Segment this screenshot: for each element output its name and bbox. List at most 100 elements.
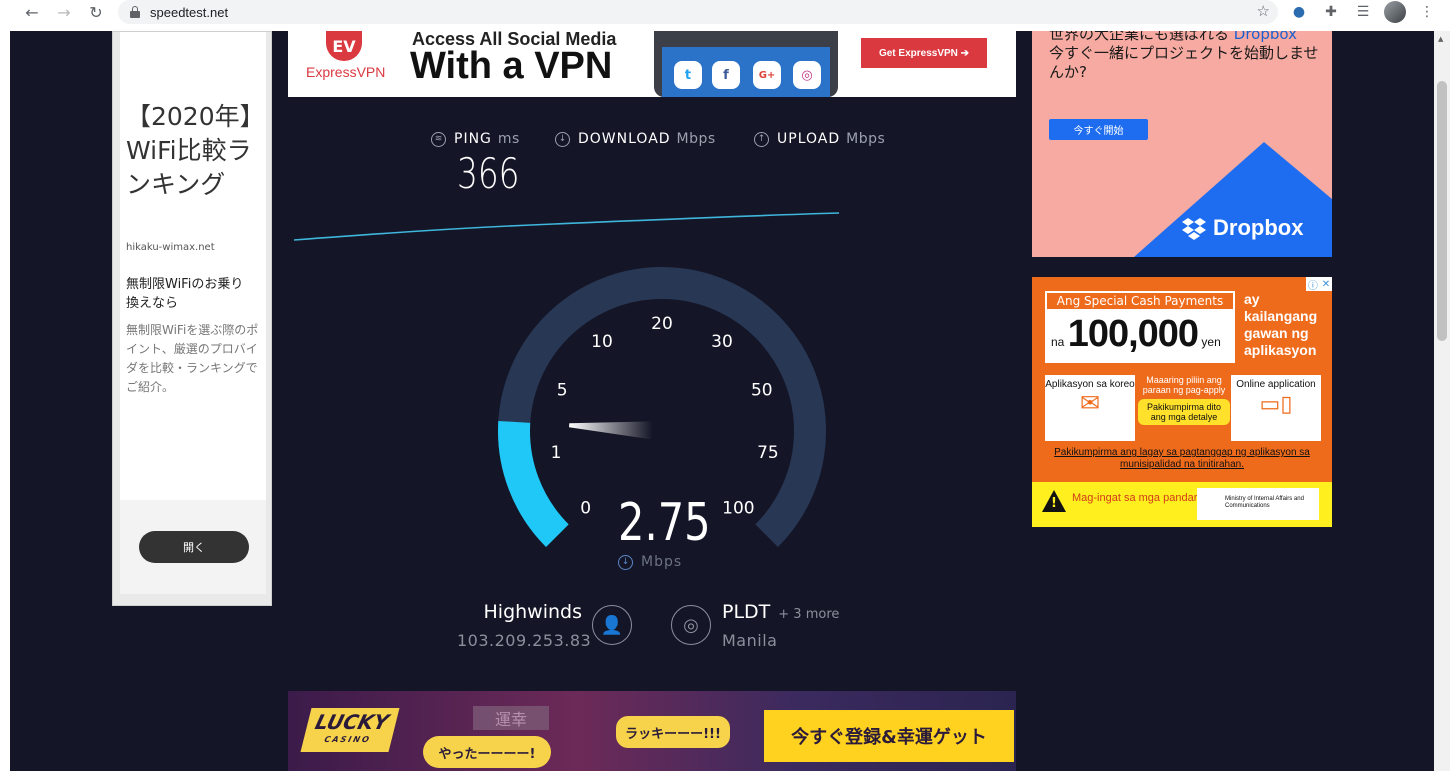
- fortune-sign: 運幸: [473, 706, 549, 730]
- instagram-icon: ◎: [793, 61, 821, 89]
- user-icon[interactable]: 👤: [592, 605, 632, 645]
- envelope-icon: ✉: [1079, 390, 1101, 417]
- gauge-needle: [569, 421, 653, 440]
- dropbox-ad-text: 世界の大企業にも選ばれる Dropbox 今すぐ一緒にプロジェクトを始動しません…: [1049, 31, 1319, 82]
- dropbox-line1: 世界の大企業にも選ばれる: [1049, 31, 1230, 43]
- media-playlist-icon[interactable]: ☰: [1352, 1, 1374, 23]
- get-expressvpn-button[interactable]: Get ExpressVPN ➔: [861, 38, 987, 68]
- upload-header: ↑ UPLOAD Mbps: [754, 131, 885, 147]
- url-text[interactable]: speedtest.net: [150, 5, 228, 20]
- upload-icon: ↑: [754, 131, 769, 147]
- right-ad-dropbox[interactable]: 世界の大企業にも選ばれる Dropbox 今すぐ一緒にプロジェクトを始動しません…: [1032, 31, 1332, 257]
- server-info[interactable]: Highwinds 103.209.253.83: [457, 601, 592, 650]
- isp-name[interactable]: PLDT: [722, 601, 770, 623]
- dropbox-logo-icon: [1181, 218, 1207, 240]
- globe-icon[interactable]: ◎: [671, 605, 711, 645]
- apply-method-highlight: Pakikumpirma dito ang mga detalye: [1138, 399, 1230, 425]
- browser-toolbar: ← → ↻ speedtest.net ☆ ● ✚ ☰ ⋮: [0, 0, 1450, 24]
- gauge-tick-label: 20: [651, 314, 673, 334]
- globe-extension-icon[interactable]: ●: [1288, 1, 1310, 23]
- bookmark-star-icon[interactable]: ☆: [1257, 2, 1270, 20]
- speech-bubble-2: ラッキーーー!!!: [616, 716, 730, 748]
- extensions-puzzle-icon[interactable]: ✚: [1320, 1, 1342, 23]
- cash-amount-prefix: na: [1051, 335, 1065, 349]
- speed-unit-label: ↓ Mbps: [618, 554, 682, 570]
- bottom-ad-lucky-casino[interactable]: LUCKY CASINO 運幸 やったーーーー! ラッキーーー!!! 今すぐ登録…: [288, 691, 1016, 771]
- lucky-logo-text: LUCKY: [312, 710, 392, 734]
- left-ad-open-button[interactable]: 開く: [139, 531, 249, 563]
- ministry-logo-text: Ministry of Internal Affairs and Communi…: [1197, 488, 1319, 520]
- page-viewport: 【2020年】WiFi比較ランキング hikaku-wimax.net 無制限W…: [0, 31, 1450, 780]
- isp-info[interactable]: PLDT + 3 more Manila: [722, 601, 839, 650]
- left-ad-title[interactable]: 【2020年】WiFi比較ランキング: [126, 100, 266, 202]
- apply-method-text: Maaaring piliin ang paraan ng pag-apply: [1142, 375, 1226, 395]
- ping-icon: ≋: [431, 131, 446, 147]
- casino-register-button[interactable]: 今すぐ登録&幸運ゲット: [764, 710, 1014, 762]
- left-ad-description: 無制限WiFiを選ぶ際のポイント、厳選のプロバイダを比較・ランキングでご紹介。: [126, 323, 259, 394]
- warning-icon: [1042, 490, 1066, 512]
- isp-more-link[interactable]: + 3 more: [778, 607, 839, 622]
- twitter-icon: t: [674, 61, 702, 89]
- lucky-logo-sub: CASINO: [323, 735, 372, 744]
- upload-unit: Mbps: [846, 131, 886, 147]
- top-ad-headline-2: With a VPN: [410, 45, 613, 87]
- cash-amount-value: 100,000: [1067, 313, 1199, 355]
- expressvpn-logo-icon: EV: [326, 31, 362, 61]
- download-icon: ↓: [555, 131, 570, 147]
- ping-header: ≋ PING ms: [431, 131, 520, 147]
- download-label: DOWNLOAD: [578, 131, 671, 147]
- ping-unit: ms: [497, 131, 520, 147]
- gauge-tick-label: 5: [557, 381, 568, 401]
- ad-close-icon[interactable]: ✕: [1322, 279, 1330, 290]
- fraud-warning: Mag-ingat sa mga pandaraya at panloloko!…: [1032, 482, 1332, 527]
- google-plus-icon: G+: [753, 61, 781, 89]
- address-bar[interactable]: speedtest.net ☆: [118, 0, 1278, 24]
- download-speed-value: 2.75: [618, 493, 711, 553]
- upload-label: UPLOAD: [777, 131, 841, 147]
- scroll-up-icon[interactable]: ▲: [1438, 35, 1443, 43]
- download-unit: Mbps: [676, 131, 716, 147]
- expressvpn-brand: ExpressVPN: [306, 64, 386, 80]
- download-header: ↓ DOWNLOAD Mbps: [555, 131, 716, 147]
- profile-avatar[interactable]: [1384, 1, 1406, 23]
- gauge-tick-label: 75: [757, 443, 779, 463]
- scrollbar-thumb[interactable]: [1437, 81, 1447, 341]
- page-scrollbar[interactable]: ▲: [1434, 31, 1450, 771]
- dropbox-logo: Dropbox: [1181, 215, 1303, 241]
- reload-icon[interactable]: ↻: [84, 0, 108, 24]
- speed-unit-text: Mbps: [641, 554, 683, 570]
- left-ad-wifi[interactable]: 【2020年】WiFi比較ランキング hikaku-wimax.net 無制限W…: [112, 31, 272, 606]
- gauge-fill: [498, 420, 569, 547]
- left-ad-subtitle: 無制限WiFiのお乗り換えなら: [126, 277, 244, 311]
- lock-icon[interactable]: [130, 6, 140, 18]
- laptop-phone-icon: ▭▯: [1259, 391, 1293, 416]
- left-ad-domain: hikaku-wimax.net: [126, 242, 215, 253]
- dropbox-logo-text: Dropbox: [1213, 215, 1304, 240]
- server-ip: 103.209.253.83: [457, 631, 592, 650]
- top-ad-expressvpn[interactable]: EV ExpressVPN Access All Social Media Wi…: [288, 31, 1016, 97]
- gauge-tick-label: 10: [591, 332, 613, 352]
- gauge-tick-label: 0: [580, 498, 591, 518]
- gauge-tick-label: 30: [711, 332, 733, 352]
- speedtest-site: 【2020年】WiFi比較ランキング hikaku-wimax.net 無制限W…: [10, 31, 1434, 771]
- online-application-label: Online application: [1236, 379, 1316, 390]
- phone-illustration: t f G+ ◎: [654, 31, 838, 97]
- adchoices-controls[interactable]: ⓘ ✕: [1306, 277, 1332, 292]
- extension-area: ● ✚ ☰ ⋮: [1288, 0, 1438, 24]
- mail-application-box: Aplikasyon sa koreo ✉: [1045, 375, 1135, 441]
- facebook-icon: f: [712, 61, 740, 89]
- apply-method-info: Maaaring piliin ang paraan ng pag-apply …: [1138, 375, 1230, 425]
- back-icon[interactable]: ←: [20, 0, 44, 24]
- lucky-casino-logo: LUCKY CASINO: [300, 708, 400, 752]
- dropbox-start-button[interactable]: 今すぐ開始: [1049, 119, 1148, 140]
- cash-tag: Ang Special Cash Payments: [1045, 291, 1235, 311]
- adchoices-info-icon[interactable]: ⓘ: [1308, 277, 1318, 292]
- right-ad-cash-payment[interactable]: Ang Special Cash Payments na 100,000 yen…: [1032, 277, 1332, 527]
- menu-kebab-icon[interactable]: ⋮: [1416, 1, 1438, 23]
- dropbox-line1-brand: Dropbox: [1233, 31, 1297, 43]
- server-name[interactable]: Highwinds: [457, 601, 583, 623]
- forward-icon[interactable]: →: [52, 0, 76, 24]
- dropbox-line2: 今すぐ一緒にプロジェクトを始動しませんか?: [1049, 44, 1319, 81]
- mail-application-label: Aplikasyon sa koreo: [1045, 379, 1135, 390]
- application-note: Pakikumpirma ang lagay sa pagtanggap ng …: [1054, 447, 1310, 470]
